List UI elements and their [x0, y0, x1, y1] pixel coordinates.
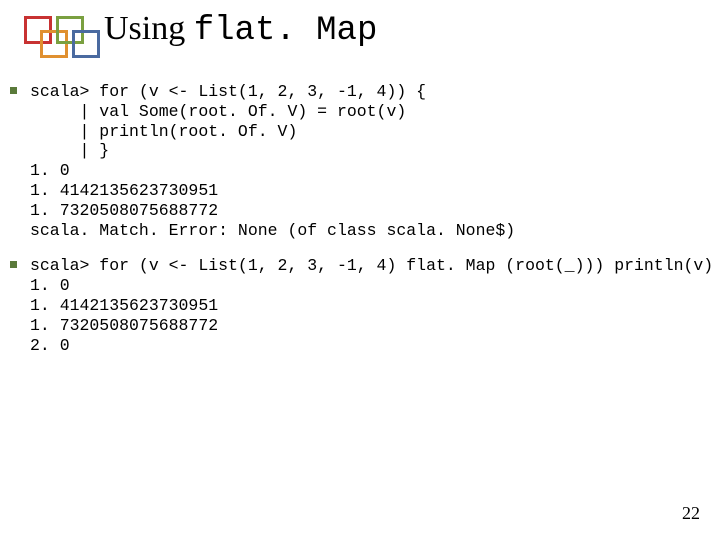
title-code: flat. Map	[194, 12, 378, 50]
bullet-icon	[10, 87, 20, 94]
slide-body: scala> for (v <- List(1, 2, 3, -1, 4)) {…	[10, 82, 710, 361]
slide-title: Using flat. Map	[104, 10, 377, 50]
page-number: 22	[682, 503, 700, 524]
slide-logo	[18, 12, 100, 72]
code-block-1: scala> for (v <- List(1, 2, 3, -1, 4)) {…	[10, 82, 710, 240]
code-text-1: scala> for (v <- List(1, 2, 3, -1, 4)) {…	[30, 82, 515, 240]
code-text-2: scala> for (v <- List(1, 2, 3, -1, 4) fl…	[30, 256, 713, 355]
code-block-2: scala> for (v <- List(1, 2, 3, -1, 4) fl…	[10, 256, 710, 355]
logo-square-blue	[72, 30, 100, 58]
bullet-icon	[10, 261, 20, 268]
title-prefix: Using	[104, 10, 194, 47]
